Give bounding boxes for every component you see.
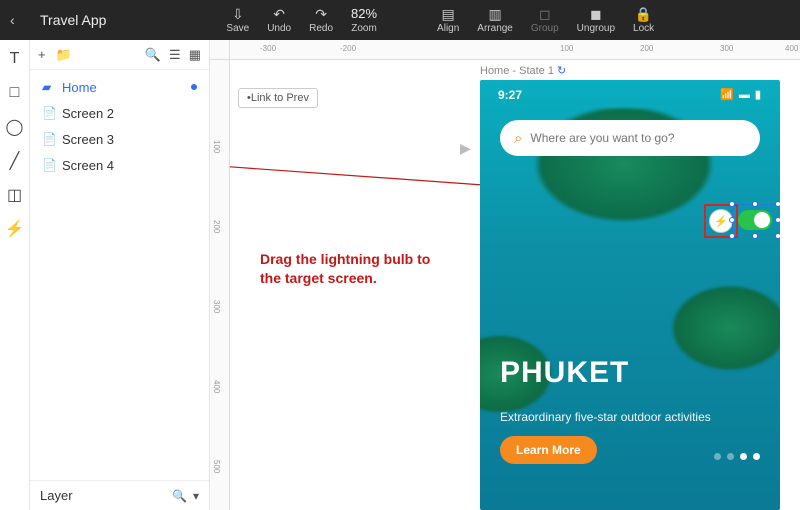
arrange-label: Arrange xyxy=(477,23,513,34)
ruler-vertical: 100 200 300 400 500 xyxy=(210,60,230,510)
undo-button[interactable]: ↶ Undo xyxy=(267,7,291,34)
pages-list: ▰ Home 📄 Screen 2 📄 Screen 3 📄 Screen 4 xyxy=(30,70,209,480)
save-label: Save xyxy=(226,23,249,34)
page-item-screen3[interactable]: 📄 Screen 3 xyxy=(30,126,209,152)
page-item-screen4[interactable]: 📄 Screen 4 xyxy=(30,152,209,178)
pages-panel: + 📁 🔍 ☰ ▦ ▰ Home 📄 Screen 2 📄 Screen 3 📄 Scr… xyxy=(30,40,210,510)
layer-label: Layer xyxy=(40,488,73,503)
align-button[interactable]: ▤ Align xyxy=(437,7,459,34)
folder-icon[interactable]: 📁 xyxy=(56,47,72,63)
rect-tool-icon[interactable]: □ xyxy=(6,84,24,102)
status-time: 9:27 xyxy=(498,88,522,102)
learn-more-button[interactable]: Learn More xyxy=(500,436,597,464)
zoom-control[interactable]: 82% Zoom xyxy=(351,6,377,34)
lock-label: Lock xyxy=(633,23,654,34)
group-button: ◻ Group xyxy=(531,7,559,34)
layer-search-icon[interactable]: 🔍 xyxy=(172,489,187,503)
hero-subtitle: Extraordinary five-star outdoor activiti… xyxy=(500,409,740,426)
interaction-tool-icon[interactable]: ⚡ xyxy=(6,220,24,238)
undo-label: Undo xyxy=(267,23,291,34)
page-item-home[interactable]: ▰ Home xyxy=(30,74,209,100)
ruler-corner xyxy=(210,40,230,60)
text-tool-icon[interactable]: T xyxy=(6,50,24,68)
grid-view-icon[interactable]: ▦ xyxy=(189,47,201,63)
status-icons: 📶 ▬ ▮ xyxy=(720,88,762,102)
back-icon[interactable]: ‹ xyxy=(10,12,26,28)
chevron-down-icon[interactable]: ▾ xyxy=(193,489,199,503)
connector-caret-icon: ▶ xyxy=(460,140,471,157)
layer-footer[interactable]: Layer 🔍 ▾ xyxy=(30,480,209,510)
pages-panel-head: + 📁 🔍 ☰ ▦ xyxy=(30,40,209,70)
ungroup-label: Ungroup xyxy=(577,23,615,34)
canvas[interactable]: •Link to Prev Home - State 1↻ ▶ Drag the… xyxy=(230,60,800,510)
page-label: Screen 3 xyxy=(62,132,114,147)
search-icon[interactable]: 🔍 xyxy=(145,47,161,63)
page-label: Screen 2 xyxy=(62,106,114,121)
redo-label: Redo xyxy=(309,23,333,34)
link-prev-label: Link to Prev xyxy=(251,92,309,104)
group-icon: ◻ xyxy=(539,7,551,21)
search-input[interactable] xyxy=(530,131,746,145)
lock-icon: 🔒 xyxy=(635,7,652,21)
redo-button[interactable]: ↷ Redo xyxy=(309,7,333,34)
toggle-switch[interactable] xyxy=(738,210,772,230)
ruler-horizontal: -300 -200 100 200 300 400 xyxy=(230,40,800,60)
bg-island xyxy=(640,280,780,400)
app-topbar: ‹ Travel App ⇩ Save ↶ Undo ↷ Redo 82% Zoom ▤… xyxy=(0,0,800,40)
zoom-label: Zoom xyxy=(351,23,377,34)
undo-icon: ↶ xyxy=(273,7,285,21)
page-icon: 📄 xyxy=(42,132,54,146)
ellipse-tool-icon[interactable]: ◯ xyxy=(6,118,24,136)
page-icon: 📄 xyxy=(42,158,54,172)
page-label: Home xyxy=(62,80,97,95)
line-tool-icon[interactable]: ╱ xyxy=(6,152,24,170)
save-icon: ⇩ xyxy=(232,7,244,21)
list-view-icon[interactable]: ☰ xyxy=(169,47,181,63)
page-label: Screen 4 xyxy=(62,158,114,173)
group-label: Group xyxy=(531,23,559,34)
canvas-area: -300 -200 100 200 300 400 100 200 300 40… xyxy=(210,40,800,510)
frame-label: Home - State 1↻ xyxy=(480,64,566,77)
tool-strip: T □ ◯ ╱ ◫ ⚡ xyxy=(0,40,30,510)
lock-button[interactable]: 🔒 Lock xyxy=(633,7,654,34)
search-icon: ⌕ xyxy=(514,130,522,147)
search-bar[interactable]: ⌕ xyxy=(500,120,760,156)
carousel-dots[interactable] xyxy=(714,453,760,460)
ungroup-icon: ◼ xyxy=(590,7,602,21)
hero-title: PHUKET xyxy=(500,356,629,390)
page-item-screen2[interactable]: 📄 Screen 2 xyxy=(30,100,209,126)
save-button[interactable]: ⇩ Save xyxy=(226,7,249,34)
align-icon: ▤ xyxy=(442,7,455,21)
app-title: Travel App xyxy=(40,12,106,28)
redo-icon: ↷ xyxy=(315,7,327,21)
zoom-value: 82% xyxy=(351,6,377,21)
arrange-button[interactable]: ▥ Arrange xyxy=(477,7,513,34)
link-to-prev-button[interactable]: •Link to Prev xyxy=(238,88,318,108)
image-tool-icon[interactable]: ◫ xyxy=(6,186,24,204)
page-icon: 📄 xyxy=(42,106,54,120)
phone-mock[interactable]: 9:27 📶 ▬ ▮ ⌕ ↻ ⚡ PHUKET Ext xyxy=(480,80,780,510)
arrange-icon: ▥ xyxy=(488,7,501,21)
add-page-icon[interactable]: + xyxy=(38,47,46,63)
annotation-text: Drag the lightning bulb to the target sc… xyxy=(260,250,450,288)
frame-redo-icon[interactable]: ↻ xyxy=(557,65,566,77)
page-icon: ▰ xyxy=(42,80,54,94)
align-label: Align xyxy=(437,23,459,34)
status-bar: 9:27 📶 ▬ ▮ xyxy=(480,88,780,102)
ungroup-button[interactable]: ◼ Ungroup xyxy=(577,7,615,34)
